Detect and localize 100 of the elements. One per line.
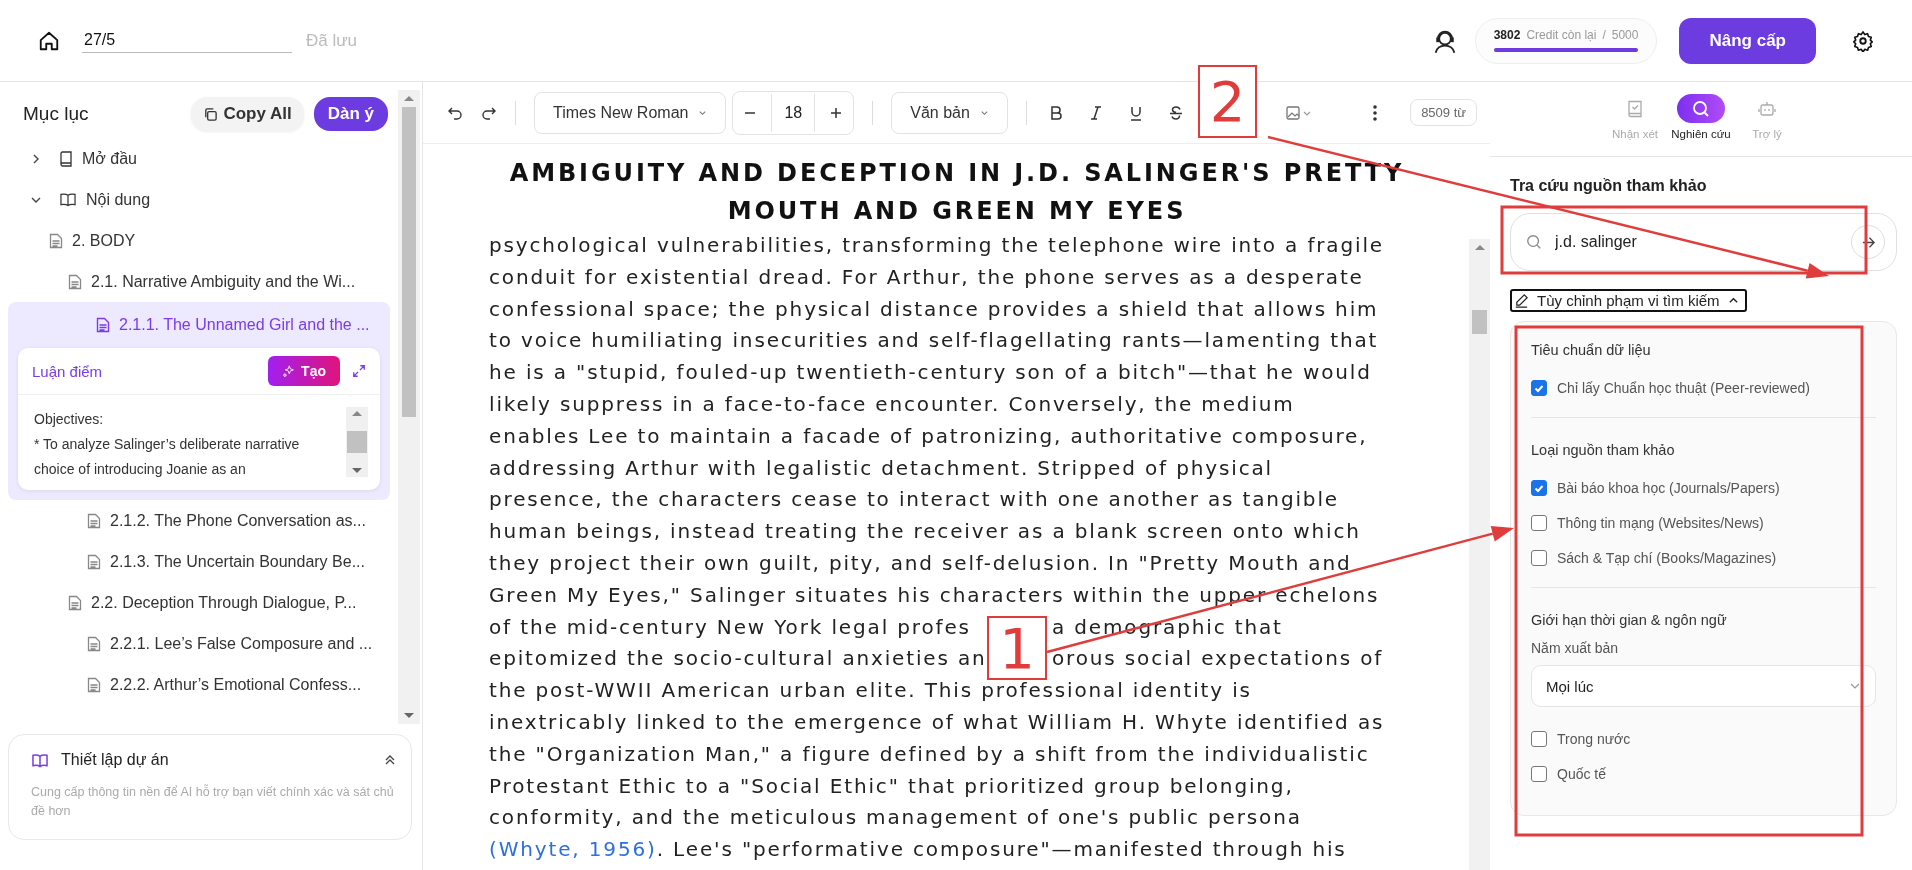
credit-remaining: 3802 [1493,27,1521,42]
search-icon [1692,99,1710,118]
sidebar-title: Mục lục [23,103,90,125]
outline-item[interactable]: 2.1.2. The Phone Conversation as... [0,500,398,541]
body-text: psychological vulnerabilities, transforming the telephone wire into a fragile [489,232,1384,259]
text-style-select[interactable]: Văn bản [891,91,1008,134]
open-book-icon [31,752,49,768]
body-text: addressing Arthur with legalistic detachment. Stripped of physical [489,454,1273,482]
more-icon[interactable] [1372,103,1379,122]
outline-item[interactable]: 2. BODY [0,220,398,261]
checkbox-label[interactable]: Chỉ lấy Chuẩn học thuật (Peer-reviewed) [1557,379,1810,396]
body-text: presence, the characters cease to interact with one another as tangible [489,486,1339,514]
outline-item[interactable]: 2.1.1. The Unnamed Girl and the ... [18,302,380,348]
font-select[interactable]: Times New Roman [534,91,727,134]
document-icon [49,232,63,249]
body-text: Green My Eyes," Salinger situates his characters within the upper echelons [489,581,1380,609]
home-icon[interactable] [38,29,60,52]
checkbox-label[interactable]: Bài báo khoa học (Journals/Papers) [1557,479,1780,496]
checkbox[interactable] [1531,379,1547,396]
scrollbar[interactable] [346,407,368,477]
caret-icon [698,108,708,117]
document-title: AMBIGUITY AND DECEPTION IN J.D. SALINGER'S PRETTY [508,158,1406,189]
outline-item[interactable]: 2.2.1. Lee’s False Composure and ... [0,623,398,664]
copy-icon [203,106,219,122]
checkbox-label[interactable]: Sách & Tạp chí (Books/Magazines) [1557,549,1777,566]
body-text: Protestant Ethic to a "Social Ethic" that prioritized group belonging, [489,772,1294,800]
document-icon [68,594,82,611]
body-text: to voice humiliating insecurities and self-flagellating rants—lamenting that [489,327,1379,355]
scrollbar[interactable] [398,90,420,724]
notebook-check-icon [1627,99,1643,118]
checkbox[interactable] [1531,730,1547,747]
checkbox-label[interactable]: Quốc tế [1557,765,1607,782]
outline-button[interactable]: Dàn ý [313,97,388,131]
credit-label: Credit còn lại [1526,27,1597,42]
image-icon[interactable] [1285,104,1312,121]
body-text: they project their own guilt, pity, and self-delusion. In "Pretty Mouth and [489,549,1352,577]
caret-icon [979,108,989,117]
sparkle-icon [282,364,296,378]
upgrade-button[interactable]: Nâng cấp [1679,17,1816,64]
font-size-value[interactable]: 18 [771,93,816,132]
year-select[interactable]: Mọi lúc [1531,665,1876,707]
field-label: Năm xuất bản [1531,640,1620,656]
document-icon [96,317,110,333]
document-title: MOUTH AND GREEN MY EYES [726,196,1188,227]
credit-total: 5000 [1611,27,1639,42]
outline-item[interactable]: 2.1.3. The Uncertain Boundary Be... [0,541,398,582]
strikethrough-icon[interactable] [1167,104,1184,121]
expand-icon[interactable] [352,364,366,378]
body-text: confessional space; the physical distance provides a shield that allows him [489,295,1379,323]
checkbox-label[interactable]: Trong nước [1557,730,1631,747]
panel-tab[interactable]: Nghiên cứu [1670,94,1732,156]
open-book-icon [59,192,77,207]
body-text: epitomized the socio-cultural anxieties an [489,645,987,673]
document-icon [87,512,101,529]
note-label: Luận điểm [32,362,104,380]
collapse-icon[interactable] [384,754,396,766]
body-text: inextricably linked to the emergence of what William H. Whyte identified as [489,708,1385,736]
document-icon [87,635,101,652]
body-text: orous social expectations of [1052,645,1384,673]
outline-item[interactable]: 2.2.2. Arthur’s Emotional Confess... [0,664,398,705]
settings-icon[interactable] [1852,29,1874,52]
section-heading: Tra cứu nguồn tham khảo [1510,177,1708,195]
body-text: the "Organization Man," a figure defined by a shift from the individualistic [489,740,1370,768]
filter-heading: Loại nguồn tham khảo [1531,442,1676,458]
project-setup-description: Cung cấp thông tin nền để AI hỗ trợ bạn viết chính xác và sát chủ đề hơn [31,783,395,820]
checkbox[interactable] [1531,514,1547,531]
filter-heading: Tiêu chuẩn dữ liệu [1531,342,1652,358]
checkbox[interactable] [1531,479,1547,496]
robot-icon [1758,99,1776,118]
save-status: Đã lưu [306,30,358,51]
scrollbar[interactable] [1469,239,1490,870]
body-text: human beings, instead treating the receiver as a blank screen onto which [489,518,1361,546]
checkbox-label[interactable]: Thông tin mạng (Websites/News) [1557,514,1764,531]
generate-button[interactable]: Tạo [268,356,340,386]
search-field[interactable]: j.d. salinger [1510,213,1897,271]
outline-item[interactable]: 2.2. Deception Through Dialogue, P... [0,582,398,623]
outline-item[interactable]: 2.1. Narrative Ambiguity and the Wi... [0,261,398,302]
book-icon [59,150,73,167]
callout-number: 1 [987,616,1047,680]
filter-heading: Giới hạn thời gian & ngôn ngữ [1531,612,1728,628]
body-text: conduit for existential dread. For Arthur, the phone serves as a desperate [489,263,1364,291]
plus-icon[interactable] [829,105,844,120]
word-count: 8509 từ [1410,99,1477,126]
project-setup-title: Thiết lập dự án [61,751,170,769]
callout-number: 2 [1198,65,1257,138]
checkbox[interactable] [1531,765,1547,782]
body-text: enables Lee to maintain a facade of patronizing, authoritative composure, [489,422,1368,450]
body-text: the post-WWII American urban elite. This professional identity is [489,677,1252,705]
outline-item[interactable]: Nội dung [0,179,398,220]
outline-item[interactable]: Mở đầu [0,138,398,179]
checkbox[interactable] [1531,549,1547,566]
credit-separator: / [1602,27,1606,42]
search-icon [1526,234,1542,250]
copy-all-button[interactable]: Copy All [191,97,304,131]
caret-icon [1727,295,1739,306]
citation-link[interactable]: (Whyte, 1956) [489,834,657,866]
body-text: . Lee's "performative composure"—manifested through his [656,836,1347,864]
search-scope-toggle[interactable]: Tùy chỉnh phạm vi tìm kiếm [1510,289,1747,312]
body-text: of the mid-century New York legal profes [489,613,971,641]
document-icon [87,553,101,570]
